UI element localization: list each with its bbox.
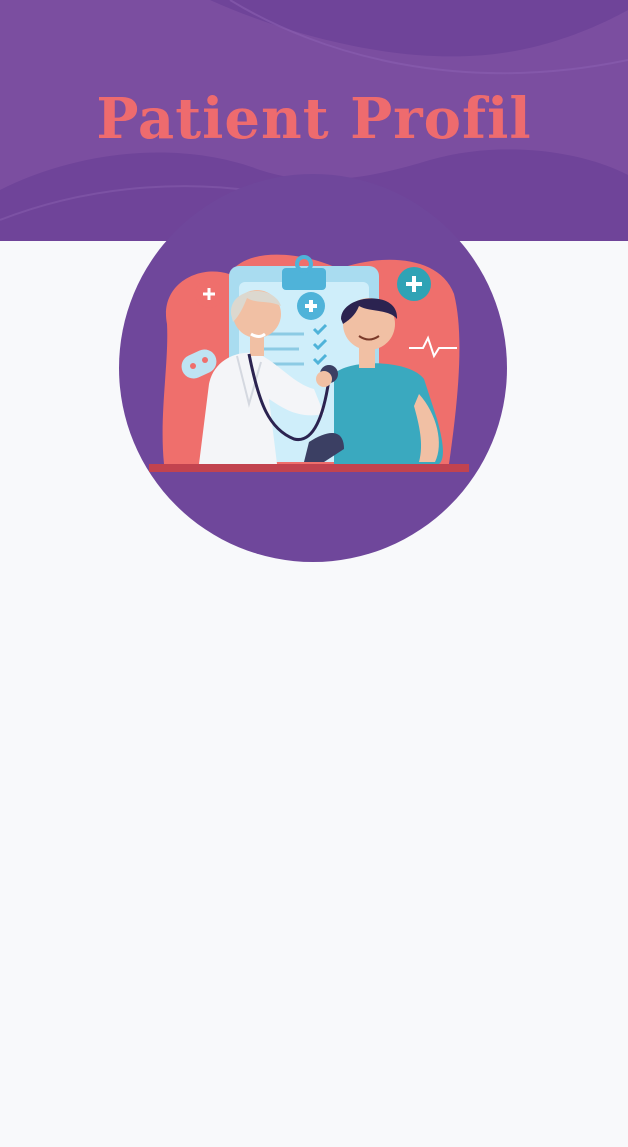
patient-profile-screen: Patient Profil — [0, 0, 628, 1147]
doctor-patient-checkup-icon — [119, 174, 507, 562]
profile-avatar — [119, 174, 507, 562]
page-title: Patient Profil — [96, 86, 532, 152]
